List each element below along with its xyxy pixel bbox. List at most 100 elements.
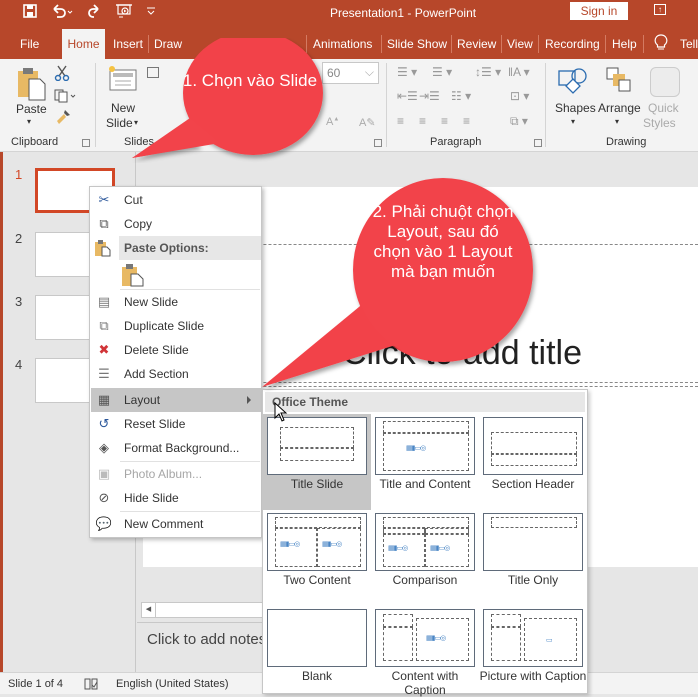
quick-styles-icon[interactable] — [650, 67, 680, 97]
menu-item-label: Duplicate Slide — [124, 319, 205, 333]
title-bar: Presentation1 - PowerPoint Sign in ↑ — [0, 0, 698, 29]
menu-item-copy[interactable]: ⧉ Copy — [91, 212, 261, 236]
layout-picture-with-caption[interactable]: ▭ Picture with Caption — [479, 606, 587, 695]
align-right-icon[interactable]: ≡ — [441, 114, 448, 128]
paragraph-launcher-icon[interactable] — [534, 139, 542, 147]
cut-icon[interactable] — [54, 65, 70, 84]
scroll-left-icon[interactable]: ◀ — [142, 603, 156, 617]
notes-placeholder[interactable]: Click to add notes — [147, 631, 266, 648]
font-launcher-icon[interactable] — [374, 139, 382, 147]
submenu-arrow-icon — [247, 396, 251, 404]
layout-thumbnail: ▭ — [483, 609, 583, 667]
redo-icon[interactable] — [86, 3, 102, 25]
menu-item-format-background[interactable]: ◈ Format Background... — [91, 436, 261, 460]
font-size-dropdown-icon[interactable]: ⌵ — [365, 65, 374, 80]
start-from-beginning-icon[interactable] — [115, 3, 133, 25]
content-icons: ▦▮▭◎ — [426, 635, 446, 642]
layout-title-only[interactable]: Title Only — [479, 510, 587, 606]
format-background-icon: ◈ — [99, 440, 109, 455]
notes-pane[interactable]: Click to add notes — [137, 622, 267, 672]
window-title: Presentation1 - PowerPoint — [330, 6, 477, 20]
drawing-group-label: Drawing — [606, 136, 647, 148]
add-section-icon: ☰ — [98, 366, 110, 381]
tab-home[interactable]: Home — [62, 29, 105, 59]
horizontal-scrollbar[interactable]: ◀ — [141, 602, 266, 618]
numbering-icon[interactable]: ☰ ▾ — [432, 65, 452, 79]
align-center-icon[interactable]: ≡ — [419, 114, 426, 128]
lightbulb-icon[interactable] — [654, 34, 668, 57]
tab-tell-me[interactable]: Tell me — [680, 36, 698, 59]
quick-styles-label-line1[interactable]: Quick — [648, 101, 679, 115]
menu-item-hide-slide[interactable]: ⊘ Hide Slide — [91, 486, 261, 510]
columns-icon[interactable]: ☷ ▾ — [451, 89, 471, 103]
format-painter-icon[interactable] — [55, 109, 71, 128]
text-direction-icon[interactable]: ‖A ▾ — [508, 65, 530, 79]
editor-background — [588, 568, 698, 672]
paste-keep-formatting-button[interactable] — [121, 263, 145, 290]
menu-item-add-section[interactable]: ☰ Add Section — [91, 362, 261, 386]
menu-item-layout[interactable]: ▦ Layout — [91, 388, 261, 412]
menu-item-reset-slide[interactable]: ↺ Reset Slide — [91, 412, 261, 436]
menu-item-label: Hide Slide — [124, 491, 179, 505]
smartart-icon[interactable]: ⧉ ▾ — [510, 114, 528, 129]
reset-slide-icon: ↺ — [98, 416, 110, 431]
layout-two-content[interactable]: ▦▮▭◎ ▦▮▭◎ Two Content — [263, 510, 371, 606]
new-slide-icon: ▤ — [97, 294, 111, 309]
tab-view[interactable]: View — [507, 36, 533, 59]
decrease-indent-icon[interactable]: ⇤☰ — [397, 89, 418, 103]
language-indicator[interactable]: English (United States) — [116, 678, 229, 690]
arrange-dropdown-icon[interactable]: ▾ — [615, 117, 619, 126]
layout-title-and-content[interactable]: ▦▮▭◎ Title and Content — [371, 414, 479, 510]
clear-formatting-icon[interactable]: A✎ — [359, 116, 376, 129]
line-spacing-icon[interactable]: ↕☰ ▾ — [475, 65, 501, 79]
layout-thumbnail: ▦▮▭◎ ▦▮▭◎ — [267, 513, 367, 571]
tab-help[interactable]: Help — [612, 36, 637, 59]
layout-blank[interactable]: Blank — [263, 606, 371, 695]
tab-recording[interactable]: Recording — [545, 36, 600, 59]
layout-name: Title Only — [507, 573, 559, 587]
layout-thumbnail: ▦▮▭◎ — [375, 609, 475, 667]
paste-options-header: Paste Options: — [119, 236, 261, 260]
content-icons: ▦▮▭◎ — [280, 541, 300, 548]
content-icons: ▦▮▭◎ — [430, 545, 450, 552]
paste-button[interactable] — [17, 67, 47, 104]
paste-dropdown-icon[interactable]: ▾ — [27, 117, 31, 126]
menu-item-label: Paste Options: — [124, 241, 209, 255]
arrange-label[interactable]: Arrange — [598, 101, 641, 115]
bullets-icon[interactable]: ☰ ▾ — [397, 65, 417, 79]
layout-comparison[interactable]: ▦▮▭◎ ▦▮▭◎ Comparison — [371, 510, 479, 606]
quick-styles-label-line2[interactable]: Styles — [643, 116, 676, 130]
tab-file[interactable]: File — [20, 36, 39, 59]
scissors-icon: ✂ — [98, 192, 110, 207]
menu-item-delete-slide[interactable]: ✖ Delete Slide — [91, 338, 261, 362]
tab-slide-show[interactable]: Slide Show — [387, 36, 447, 59]
shapes-icon[interactable] — [557, 67, 589, 98]
arrange-icon[interactable] — [606, 67, 632, 96]
layout-thumbnail — [267, 609, 367, 667]
justify-icon[interactable]: ≡ — [463, 114, 470, 128]
layout-section-header[interactable]: Section Header — [479, 414, 587, 510]
shapes-dropdown-icon[interactable]: ▾ — [571, 117, 575, 126]
delete-slide-icon: ✖ — [98, 342, 110, 357]
tab-review[interactable]: Review — [457, 36, 496, 59]
menu-item-duplicate-slide[interactable]: ⧉ Duplicate Slide — [91, 314, 261, 338]
spell-check-icon[interactable] — [84, 678, 98, 693]
layout-title-slide[interactable]: Title Slide — [263, 414, 371, 510]
customize-qat-icon[interactable] — [146, 3, 156, 27]
layout-name: Title and Content — [379, 477, 471, 491]
copy-icon[interactable] — [54, 89, 76, 106]
sign-in-button[interactable]: Sign in — [570, 2, 628, 20]
menu-item-new-slide[interactable]: ▤ New Slide — [91, 290, 261, 314]
menu-item-new-comment[interactable]: 💬 New Comment — [91, 512, 261, 536]
shapes-label[interactable]: Shapes — [555, 101, 596, 115]
align-text-icon[interactable]: ⊡ ▾ — [510, 89, 529, 103]
menu-item-cut[interactable]: ✂ Cut — [91, 188, 261, 212]
undo-icon[interactable] — [50, 3, 74, 25]
increase-indent-icon[interactable]: ⇥☰ — [419, 89, 440, 103]
ribbon-display-options-icon[interactable]: ↑ — [654, 4, 666, 15]
clipboard-launcher-icon[interactable] — [82, 139, 90, 147]
save-icon[interactable] — [22, 3, 38, 25]
layout-thumbnail: ▦▮▭◎ — [375, 417, 475, 475]
align-left-icon[interactable]: ≡ — [397, 114, 404, 128]
layout-content-with-caption[interactable]: ▦▮▭◎ Content with Caption — [371, 606, 479, 697]
